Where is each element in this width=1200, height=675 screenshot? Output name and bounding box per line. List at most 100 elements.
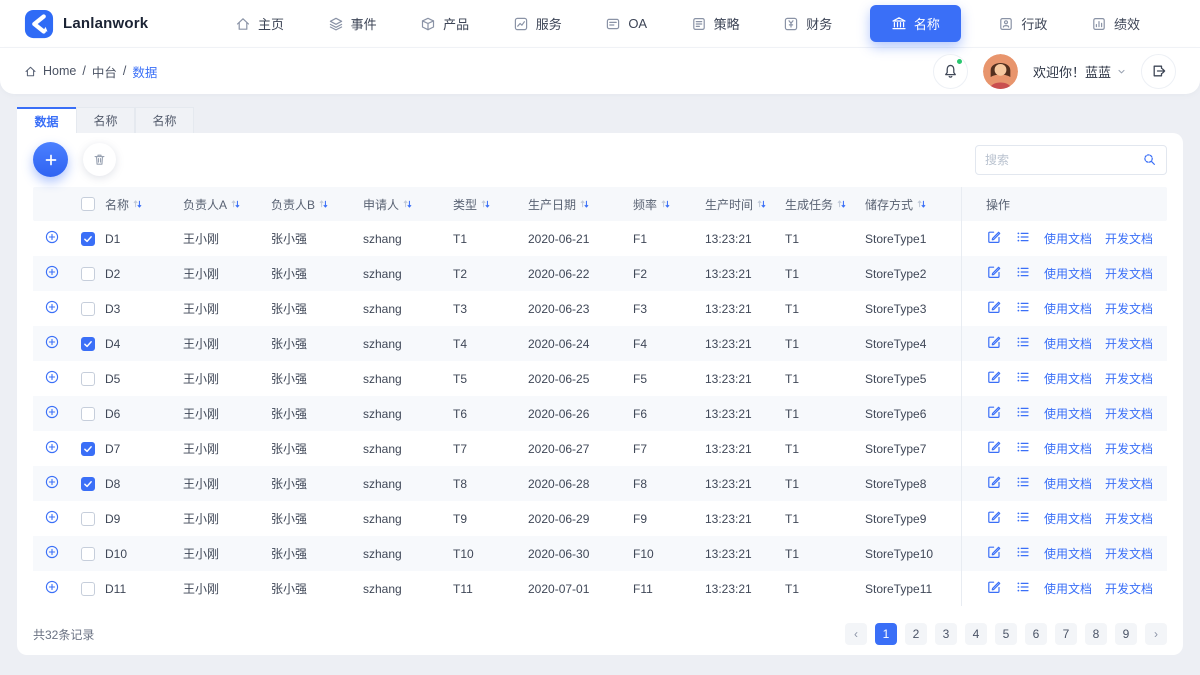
nav-item-box[interactable]: 产品 [414,6,475,41]
page-button-1[interactable]: 1 [875,623,897,645]
select-all-checkbox[interactable] [81,197,95,211]
nav-item-layers[interactable]: 事件 [322,6,383,41]
add-record-button[interactable] [33,142,68,177]
column-header-0[interactable]: 名称 [105,196,183,213]
op-link-0[interactable]: 使用文档 [1044,475,1092,492]
op-link-0[interactable]: 使用文档 [1044,510,1092,527]
prev-page-button[interactable]: ‹ [845,623,867,645]
nav-item-oa[interactable]: OA [599,8,653,40]
op-link-0[interactable]: 使用文档 [1044,300,1092,317]
detail-list-button[interactable] [1015,299,1031,318]
breadcrumb-section[interactable]: 中台 [92,62,117,81]
edit-button[interactable] [986,229,1002,248]
row-checkbox[interactable] [81,231,95,246]
op-link-0[interactable]: 使用文档 [1044,440,1092,457]
op-link-1[interactable]: 开发文档 [1105,300,1153,317]
edit-button[interactable] [986,299,1002,318]
column-header-2[interactable]: 负责人B [271,196,363,213]
row-checkbox[interactable] [81,406,95,421]
user-avatar[interactable] [982,53,1018,89]
notifications-button[interactable] [932,53,968,89]
expand-row-button[interactable] [44,544,60,563]
row-checkbox[interactable] [81,511,95,526]
detail-list-button[interactable] [1015,579,1031,598]
delete-button[interactable] [83,143,116,176]
op-link-0[interactable]: 使用文档 [1044,405,1092,422]
page-button-4[interactable]: 4 [965,623,987,645]
edit-button[interactable] [986,404,1002,423]
detail-list-button[interactable] [1015,544,1031,563]
breadcrumb-root[interactable]: Home [43,64,76,78]
expand-row-button[interactable] [44,404,60,423]
page-button-7[interactable]: 7 [1055,623,1077,645]
logout-button[interactable] [1141,53,1176,89]
op-link-1[interactable]: 开发文档 [1105,405,1153,422]
detail-list-button[interactable] [1015,404,1031,423]
op-link-1[interactable]: 开发文档 [1105,370,1153,387]
op-link-0[interactable]: 使用文档 [1044,230,1092,247]
edit-button[interactable] [986,579,1002,598]
op-link-1[interactable]: 开发文档 [1105,545,1153,562]
edit-button[interactable] [986,474,1002,493]
edit-button[interactable] [986,509,1002,528]
row-checkbox[interactable] [81,266,95,281]
nav-item-strategy[interactable]: 策略 [685,6,746,41]
nav-item-home[interactable]: 主页 [229,6,290,41]
column-header-5[interactable]: 生产日期 [528,196,633,213]
nav-item-bank[interactable]: 名称 [869,5,961,42]
op-link-0[interactable]: 使用文档 [1044,580,1092,597]
op-link-1[interactable]: 开发文档 [1105,580,1153,597]
column-header-4[interactable]: 类型 [453,196,528,213]
detail-list-button[interactable] [1015,439,1031,458]
edit-button[interactable] [986,369,1002,388]
column-header-7[interactable]: 生产时间 [705,196,785,213]
row-checkbox[interactable] [81,441,95,456]
detail-list-button[interactable] [1015,264,1031,283]
expand-row-button[interactable] [44,509,60,528]
op-link-1[interactable]: 开发文档 [1105,230,1153,247]
edit-button[interactable] [986,439,1002,458]
tab-2[interactable]: 名称 [135,107,194,133]
breadcrumb-current[interactable]: 数据 [132,62,157,81]
op-link-1[interactable]: 开发文档 [1105,335,1153,352]
page-button-9[interactable]: 9 [1115,623,1137,645]
search-input[interactable] [985,152,1142,167]
column-header-9[interactable]: 储存方式 [865,196,961,213]
op-link-0[interactable]: 使用文档 [1044,265,1092,282]
edit-button[interactable] [986,334,1002,353]
tab-0[interactable]: 数据 [17,107,76,133]
row-checkbox[interactable] [81,581,95,596]
expand-row-button[interactable] [44,474,60,493]
op-link-0[interactable]: 使用文档 [1044,370,1092,387]
nav-item-performance[interactable]: 绩效 [1085,6,1146,41]
edit-button[interactable] [986,544,1002,563]
column-header-3[interactable]: 申请人 [363,196,453,213]
page-button-6[interactable]: 6 [1025,623,1047,645]
row-checkbox[interactable] [81,476,95,491]
column-header-1[interactable]: 负责人A [183,196,271,213]
column-header-8[interactable]: 生成任务 [785,196,865,213]
op-link-0[interactable]: 使用文档 [1044,335,1092,352]
row-checkbox[interactable] [81,301,95,316]
expand-row-button[interactable] [44,229,60,248]
nav-item-finance[interactable]: 财务 [777,6,838,41]
op-link-0[interactable]: 使用文档 [1044,545,1092,562]
detail-list-button[interactable] [1015,509,1031,528]
tab-1[interactable]: 名称 [76,107,135,133]
column-header-6[interactable]: 频率 [633,196,705,213]
user-greeting[interactable]: 欢迎你！蓝蓝 [1033,62,1126,81]
detail-list-button[interactable] [1015,369,1031,388]
row-checkbox[interactable] [81,546,95,561]
expand-row-button[interactable] [44,579,60,598]
expand-row-button[interactable] [44,439,60,458]
page-button-3[interactable]: 3 [935,623,957,645]
expand-row-button[interactable] [44,299,60,318]
detail-list-button[interactable] [1015,474,1031,493]
expand-row-button[interactable] [44,264,60,283]
row-checkbox[interactable] [81,336,95,351]
op-link-1[interactable]: 开发文档 [1105,475,1153,492]
page-button-5[interactable]: 5 [995,623,1017,645]
search-icon[interactable] [1142,152,1157,167]
row-checkbox[interactable] [81,371,95,386]
expand-row-button[interactable] [44,334,60,353]
